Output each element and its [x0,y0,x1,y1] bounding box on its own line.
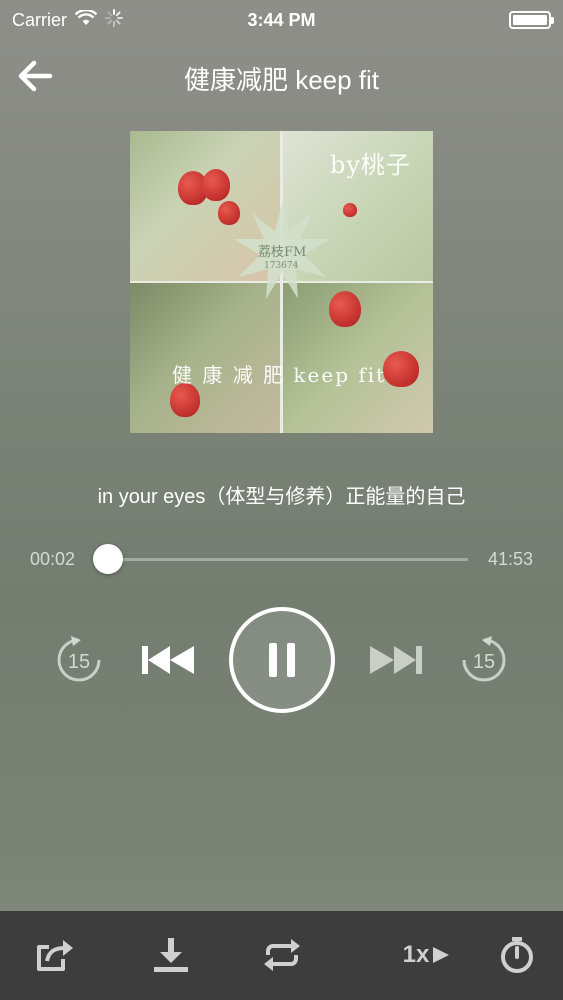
seek-thumb[interactable] [93,544,124,574]
pause-button[interactable] [229,607,335,713]
cover-text-top: by桃子 [330,151,411,179]
cover-text-bottom: 健 康 减 肥 keep fit [172,363,387,387]
album-cover: 荔枝FM 173674 by桃子 健 康 减 肥 keep fit [130,131,433,433]
seek-track[interactable] [108,558,468,561]
cover-photo-4 [283,283,433,433]
activity-spinner-icon [105,8,124,32]
previous-track-button[interactable] [140,643,196,677]
forward-seconds: 15 [472,650,496,673]
status-bar: Carrier 3:44 PM [0,0,563,40]
bottom-toolbar: 1x [0,911,563,1000]
share-icon [37,940,73,971]
cover-badge-number: 173674 [264,261,299,271]
previous-track-icon [142,646,194,674]
forward-15-button[interactable]: 15 [459,635,509,685]
cover-badge-label: 荔枝FM [258,245,307,260]
pause-icon [269,643,295,677]
speed-button[interactable]: 1x [398,937,456,973]
next-track-button[interactable] [368,643,424,677]
playback-controls: 15 15 [0,605,563,715]
elapsed-time: 00:02 [30,549,76,569]
next-track-icon [370,646,422,674]
rewind-15-button[interactable]: 15 [54,635,104,685]
timer-button[interactable] [498,937,536,973]
speed-play-icon [433,947,450,963]
carrier-label: Carrier [12,9,68,30]
repeat-icon [264,939,300,971]
download-icon [154,938,188,972]
share-button[interactable] [34,937,76,973]
track-title: in your eyes（体型与修养）正能量的自己 [97,486,466,508]
status-left: Carrier [12,8,124,32]
battery-icon [509,11,554,29]
wifi-icon [74,8,98,31]
progress-section: 00:02 41:53 [0,540,563,580]
total-time: 41:53 [487,549,533,569]
timer-icon [501,937,533,973]
speed-label: 1x [402,941,430,968]
repeat-button[interactable] [260,937,304,973]
cover-photo-3 [130,283,280,433]
nav-bar: 健康减肥 keep fit [0,52,563,100]
page-title: 健康减肥 keep fit [183,65,380,95]
rewind-seconds: 15 [67,650,91,673]
download-button[interactable] [150,937,192,973]
battery-level [513,15,547,25]
